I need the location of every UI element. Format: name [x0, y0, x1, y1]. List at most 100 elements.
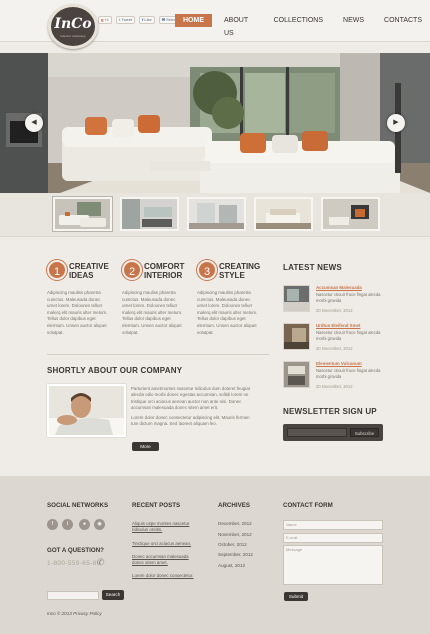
rss-icon[interactable]: ◉	[94, 519, 105, 530]
news-item[interactable]: Urdtus Eleifend Smet Nascetur ctiouir fr…	[283, 323, 391, 351]
flickr-icon[interactable]: ●	[79, 519, 90, 530]
feature-number: 2	[122, 260, 142, 280]
archive-link[interactable]: December, 2012	[218, 521, 252, 526]
nav-home[interactable]: HOME	[175, 14, 212, 27]
recent-post-link[interactable]: Tinctique orci aciacus aenean.	[132, 541, 194, 547]
chevron-right-icon: ▶	[393, 119, 399, 126]
thumbnail-4[interactable]	[254, 197, 313, 231]
facebook-icon[interactable]: f	[47, 519, 58, 530]
thumbnail-image	[122, 199, 177, 229]
archive-link[interactable]: September, 2012	[218, 552, 253, 557]
feature-number: 3	[197, 260, 217, 280]
about-paragraph-1: Parturient ametmontes nascetur ridiculus…	[131, 386, 250, 410]
contact-email-field[interactable]: E-mail	[283, 533, 383, 543]
twitter-icon[interactable]: t	[62, 519, 73, 530]
main-nav: HOME ABOUT US COLLECTIONS NEWS CONTACTS	[175, 14, 430, 37]
archive-link[interactable]: October, 2012	[218, 542, 247, 547]
newsletter-title: NEWSLETTER SIGN UP	[283, 407, 377, 416]
slide-image	[0, 53, 430, 193]
phone-icon: ✆	[97, 557, 105, 567]
contact-form-title: CONTACT FORM	[283, 502, 333, 509]
logo[interactable]: InCo interior company	[48, 4, 98, 49]
subscribe-button[interactable]: Subscribe	[350, 428, 379, 437]
news-date: 20 December, 2012	[316, 308, 353, 313]
google-plus-icon: g	[101, 17, 104, 22]
news-item[interactable]: Elementum Vulcanum Nascetur ctiouir fruc…	[283, 361, 391, 389]
facebook-like-icon: f	[142, 17, 144, 22]
thumbnail-1[interactable]	[52, 196, 113, 232]
about-image	[47, 384, 126, 437]
news-thumbnail	[283, 323, 310, 350]
nav-collections[interactable]: COLLECTIONS	[266, 14, 331, 27]
twitter-icon: t	[119, 17, 121, 22]
thumbnail-image	[256, 199, 311, 229]
nav-news[interactable]: NEWS	[335, 14, 372, 27]
news-text: Nascetur ctiouir fruce fingat alecda mor…	[316, 368, 381, 379]
feature-text: Adipiscing mauliss pharetra cumctus. Mal…	[197, 290, 258, 335]
thumbnail-image	[323, 199, 378, 229]
contact-name-field[interactable]: Name	[283, 520, 383, 530]
newsletter-form: Subscribe	[283, 424, 383, 441]
facebook-like-button[interactable]: f Like	[139, 16, 155, 24]
news-item[interactable]: Accumsan Malesuada Nascetur ctiouir fruc…	[283, 285, 391, 313]
feature-title: COMFORT INTERIOR	[144, 262, 185, 280]
news-title-link[interactable]: Accumsan Malesuada	[316, 285, 362, 290]
thumbnail-image	[55, 199, 110, 229]
copyright[interactable]: Inco © 2013 Privacy Policy	[47, 611, 102, 616]
thumbnail-image	[189, 199, 244, 229]
news-title-link[interactable]: Urdtus Eleifend Smet	[316, 323, 360, 328]
feature-text: Adipiscing mauliss pharetra cumctus. Mal…	[122, 290, 183, 335]
logo-name: InCo	[54, 16, 92, 32]
news-thumbnail	[283, 285, 310, 312]
nav-about-us[interactable]: ABOUT US	[216, 14, 262, 37]
newsletter-email-input[interactable]	[287, 428, 347, 437]
submit-button[interactable]: Submit	[284, 592, 308, 601]
divider	[47, 354, 269, 355]
recent-post-link[interactable]: Donec accumsan malesuada donec sitem ame…	[132, 554, 194, 565]
slider-next-button[interactable]: ▶	[387, 114, 405, 132]
news-text: Nascetur ctiouir fruce fingat alecda mor…	[316, 330, 381, 341]
more-button[interactable]: More	[132, 442, 159, 451]
news-text: Nascetur ctiouir fruce fingat alecda mor…	[316, 292, 381, 303]
hero-slider: ◀ ▶	[0, 53, 430, 193]
about-title: SHORTLY ABOUT OUR COMPANY	[47, 366, 183, 375]
social-networks-title: SOCIAL NETWORKS	[47, 502, 109, 509]
archives-title: ARCHIVES	[218, 502, 250, 509]
thumbnail-5[interactable]	[321, 197, 380, 231]
site-header: InCo interior company g +1 t Tweet f Like ✉…	[0, 0, 430, 49]
thumbnail-3[interactable]	[187, 197, 246, 231]
news-date: 20 December, 2012	[316, 384, 353, 389]
google-plus-label: +1	[104, 17, 110, 22]
about-paragraph-2: Lorem dolor donec consectetur adipiscing…	[131, 415, 250, 427]
latest-news-title: LATEST NEWS	[283, 263, 342, 272]
phone-number: 1-800-559-65-80	[47, 560, 101, 567]
footer-search-input[interactable]	[47, 591, 99, 600]
contact-message-field[interactable]: Message	[283, 545, 383, 585]
thumbnail-2[interactable]	[120, 197, 179, 231]
recent-posts-title: RECENT POSTS	[132, 502, 181, 509]
recent-post-link[interactable]: Aliquis uspe montes nascetur ridiculus o…	[132, 521, 194, 532]
archive-link[interactable]: November, 2012	[218, 532, 252, 537]
archive-link[interactable]: August, 2012	[218, 563, 245, 568]
recent-post-link[interactable]: Lorem dolor donec consectetur.	[132, 573, 194, 579]
slider-prev-button[interactable]: ◀	[25, 114, 43, 132]
news-title-link[interactable]: Elementum Vulcanum	[316, 361, 362, 366]
google-plus-button[interactable]: g +1	[98, 16, 113, 24]
got-question-title: GOT A QUESTION?	[47, 547, 104, 554]
feature-title: CREATIVE IDEAS	[69, 262, 109, 280]
facebook-send-icon: ✉	[161, 17, 166, 22]
feature-number: 1	[47, 260, 67, 280]
tweet-button[interactable]: t Tweet	[116, 16, 136, 24]
feature-title: CREATING STYLE	[219, 262, 261, 280]
social-share-bar: g +1 t Tweet f Like ✉ Send	[98, 16, 179, 24]
search-button[interactable]: Search	[102, 590, 124, 600]
nav-contacts[interactable]: CONTACTS	[376, 14, 430, 27]
slider-thumbnails	[0, 193, 430, 237]
news-date: 20 December, 2012	[316, 346, 353, 351]
chevron-left-icon: ◀	[31, 119, 37, 126]
about-text: Parturient ametmontes nascetur ridiculus…	[131, 386, 255, 428]
tweet-label: Tweet	[121, 17, 133, 22]
news-thumbnail	[283, 361, 310, 388]
like-label: Like	[144, 17, 152, 22]
man-photo	[49, 386, 124, 435]
